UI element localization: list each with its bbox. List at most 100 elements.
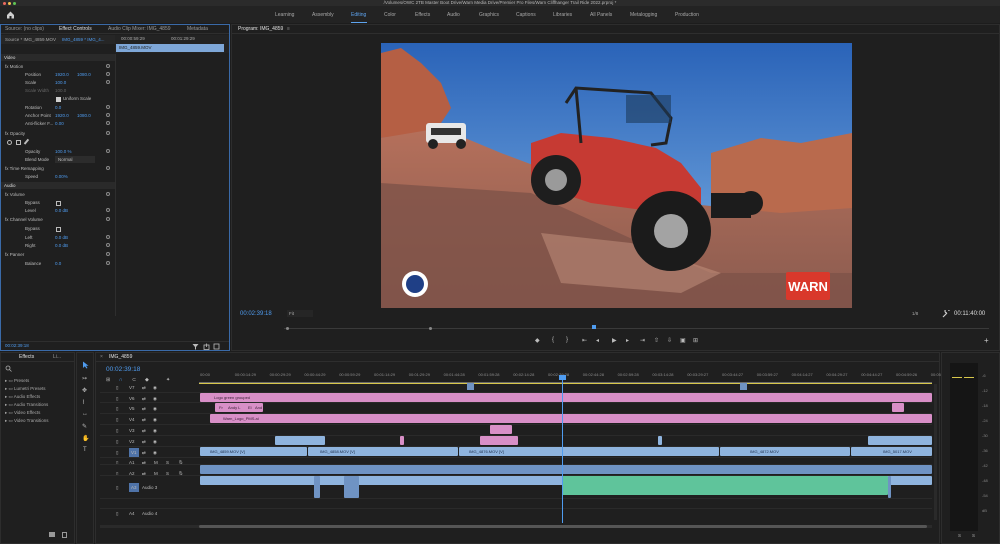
settings-icon[interactable] [213, 343, 220, 350]
clip-a3-audio-3[interactable] [888, 476, 891, 498]
track-label[interactable]: A1 [129, 458, 135, 467]
effects-item-presets[interactable]: ▸ ▭ Presets [5, 377, 75, 385]
effects-item-lumetri-presets[interactable]: ▸ ▭ Lumetri Presets [5, 385, 75, 393]
timeline-marker-2[interactable] [740, 383, 747, 390]
clip-warn-logo[interactable]: Warn_Logo_PMS.ai [210, 414, 932, 423]
reset-channel-volume-icon[interactable] [106, 217, 110, 221]
ripple-edit-tool-icon[interactable]: ✥ [82, 387, 87, 394]
clip-a2-audio-1[interactable] [200, 476, 570, 485]
type-tool-icon[interactable]: T [83, 447, 87, 453]
pen-tool-icon[interactable]: ✎ [82, 423, 87, 430]
hand-tool-icon[interactable]: ✋ [82, 435, 89, 442]
lock-track-icon[interactable]: ▯ [116, 483, 118, 492]
clip-v1-img-5017[interactable]: IMG_5017.MOV [851, 447, 932, 456]
effects-item-video-effects[interactable]: ▸ ▭ Video Effects [5, 409, 75, 417]
lift-button[interactable]: ⇧ [654, 337, 659, 344]
add-marker-button[interactable]: ◆ [535, 337, 540, 344]
track-output-icon[interactable]: ◉ [153, 437, 157, 446]
timeline-playhead[interactable] [562, 375, 563, 523]
program-playhead[interactable] [592, 325, 597, 329]
ec-clip-bar[interactable]: IMG_4859.MOV [116, 44, 224, 52]
ec-value-speed[interactable]: 0.00% [55, 173, 68, 180]
ec-value-balance[interactable]: 0.0 [55, 260, 61, 267]
ec-value-anchor-y[interactable]: 1080.0 [77, 112, 91, 119]
track-output-icon[interactable]: ◉ [153, 448, 157, 457]
ellipse-mask-icon[interactable] [7, 140, 12, 145]
clip-v1-img-4876[interactable]: IMG_4876.MOV [V] [459, 447, 719, 456]
timeline-scroll-thumb[interactable] [199, 525, 927, 528]
program-title[interactable]: Program: IMG_4859 [238, 25, 283, 34]
reset-panner-icon[interactable] [106, 252, 110, 256]
pen-mask-icon[interactable] [23, 138, 33, 148]
audio-track-header[interactable]: ▯ A4 Audio 4 [100, 509, 198, 519]
ec-value-left[interactable]: 0.0 dB [55, 234, 68, 241]
track-output-icon[interactable]: ◉ [153, 404, 157, 413]
zoom-handle-left[interactable] [429, 327, 432, 330]
reset-anti-flicker-icon[interactable] [106, 121, 110, 125]
export-icon[interactable] [203, 343, 210, 350]
ec-target-dropdown[interactable]: IMG_4859 * IMG_4... [62, 35, 105, 44]
sync-lock-icon[interactable]: ⇄ [142, 426, 146, 435]
blend-mode-dropdown[interactable]: Normal [55, 156, 95, 163]
ec-value-scale[interactable]: 100.0 [55, 79, 66, 86]
track-label[interactable]: A4 [129, 509, 135, 518]
workspace-tab-metalogging[interactable]: Metalogging [630, 12, 657, 18]
clip-v1-img-4858[interactable]: IMG_4858.MOV [V] [308, 447, 458, 456]
uniform-scale-checkbox[interactable] [56, 97, 61, 102]
filter-icon[interactable] [192, 343, 199, 350]
clip-pink-v6-end[interactable] [892, 403, 904, 412]
zoom-handle-right[interactable] [286, 327, 289, 330]
lock-track-icon[interactable]: ▯ [116, 458, 118, 467]
add-button-icon[interactable]: + [984, 336, 989, 345]
sync-lock-icon[interactable]: ⇄ [142, 383, 146, 392]
tab-source[interactable]: Source: (no clips) [5, 25, 44, 34]
step-back-button[interactable]: ◂ [596, 337, 599, 344]
program-timecode[interactable]: 00:02:39:18 [240, 311, 272, 317]
reset-time-remap-icon[interactable] [106, 166, 110, 170]
ec-value-anti-flicker[interactable]: 0.00 [55, 120, 64, 127]
clip-v3-block-3[interactable] [868, 436, 932, 445]
clip-pink-v3-2[interactable] [480, 436, 518, 445]
delete-icon[interactable] [62, 532, 67, 538]
solo-track-button[interactable]: S [166, 469, 169, 478]
timeline-timecode[interactable]: 00:02:39:18 [106, 366, 140, 373]
reset-position-icon[interactable] [106, 72, 110, 76]
selection-tool-icon[interactable] [82, 361, 89, 369]
ec-effect-opacity[interactable]: fx Opacity [5, 130, 25, 137]
tab-effect-controls[interactable]: Effect Controls [59, 25, 92, 34]
track-label[interactable]: A3 [129, 483, 139, 492]
workspace-tab-captions[interactable]: Captions [516, 12, 536, 18]
lock-track-icon[interactable]: ▯ [116, 404, 118, 413]
wrench-icon[interactable] [942, 310, 950, 318]
reset-rotation-icon[interactable] [106, 105, 110, 109]
workspace-tab-editing[interactable]: Editing [351, 12, 366, 18]
ec-value-level[interactable]: 0.0 dB [55, 207, 68, 214]
ec-value-position-y[interactable]: 1080.0 [77, 71, 91, 78]
clip-a3-music[interactable] [562, 476, 888, 495]
track-select-tool-icon[interactable]: ↣ [82, 375, 87, 382]
reset-volume-icon[interactable] [106, 192, 110, 196]
track-label[interactable]: V4 [129, 415, 135, 424]
audio-track-header[interactable]: ▯ A3 Audio 3 [100, 483, 198, 493]
tab-sequence-img-4859[interactable]: IMG_4859 [109, 353, 132, 362]
lock-track-icon[interactable]: ▯ [116, 415, 118, 424]
minimize-window-button[interactable] [8, 1, 11, 5]
track-label[interactable]: V1 [129, 448, 139, 457]
clip-a3-audio-2[interactable] [344, 476, 359, 498]
track-label[interactable]: V3 [129, 426, 135, 435]
reset-scale-icon[interactable] [106, 80, 110, 84]
reset-level-icon[interactable] [106, 208, 110, 212]
program-video-frame[interactable]: WARN [381, 43, 852, 308]
track-label[interactable]: V2 [129, 437, 135, 446]
workspace-tab-assembly[interactable]: Assembly [312, 12, 334, 18]
workspace-tab-color[interactable]: Color [384, 12, 396, 18]
clip-logo-green[interactable]: Logo green grouped [200, 393, 932, 402]
ec-effect-panner[interactable]: fx Panner [5, 251, 24, 258]
timeline-marker-1[interactable] [467, 383, 474, 390]
program-scrubber[interactable] [284, 325, 989, 332]
track-label[interactable]: V7 [129, 383, 135, 392]
audio-track-header[interactable]: ▯ A1 ⇄ M S 🎙 [100, 458, 198, 468]
go-to-in-button[interactable]: ⇤ [582, 337, 587, 344]
workspace-tab-production[interactable]: Production [675, 12, 699, 18]
track-output-icon[interactable]: ◉ [153, 415, 157, 424]
